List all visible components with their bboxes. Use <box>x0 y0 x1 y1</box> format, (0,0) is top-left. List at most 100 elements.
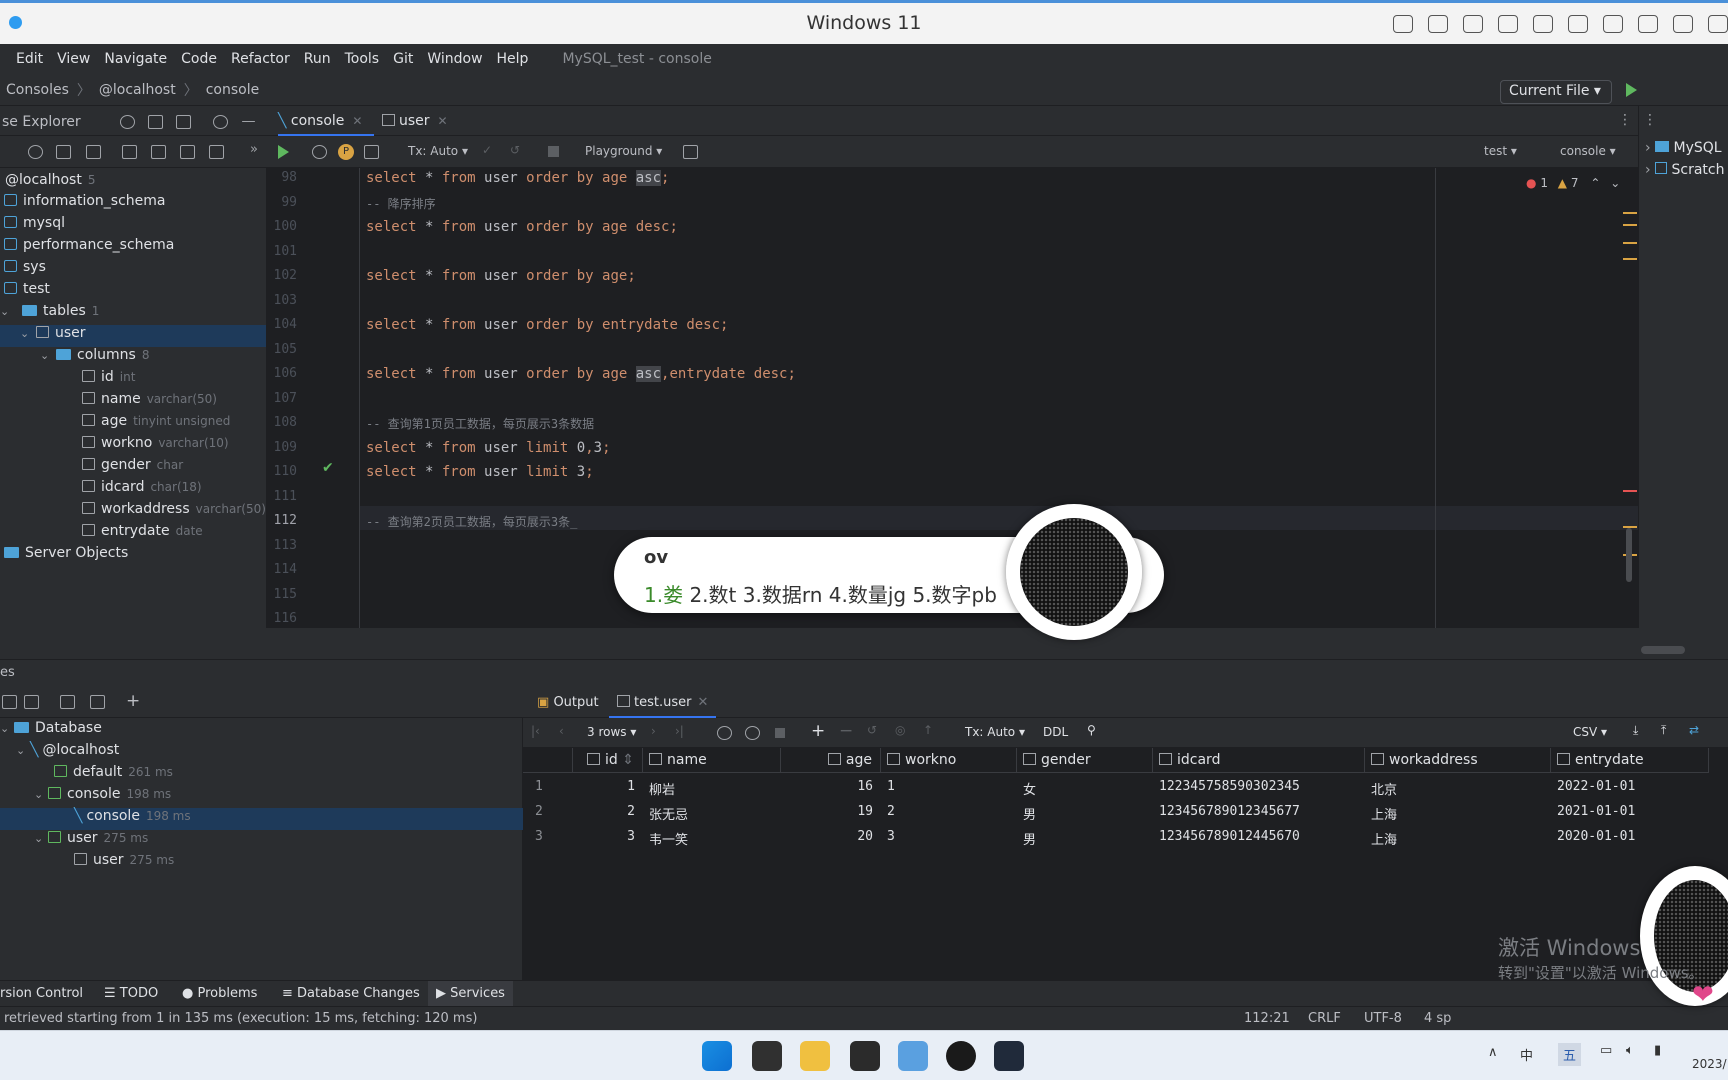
grid-cell[interactable]: 韦一笑 <box>643 824 781 849</box>
svc-node[interactable]: user 275 ms <box>0 852 266 874</box>
run-config-dropdown[interactable]: Current File ▾ <box>1500 80 1612 104</box>
panel-scrollbar[interactable] <box>1641 646 1685 654</box>
column-header-id[interactable]: id ⇕ <box>573 748 643 773</box>
menu-run[interactable]: Run <box>304 51 331 67</box>
grid-cell[interactable]: 张无忌 <box>643 799 781 824</box>
wrench-icon[interactable] <box>364 145 379 159</box>
grid-cell[interactable]: 2021-01-01 <box>1551 799 1709 824</box>
grid-cell[interactable]: 123456789012445670 <box>1153 824 1365 849</box>
column-header-entrydate[interactable]: entrydate <box>1551 748 1709 773</box>
inspections-widget[interactable]: ● 1 ▲ 7 ⌃ ⌄ <box>1526 176 1620 190</box>
ime-candidate[interactable]: 3.数据rn <box>743 583 823 607</box>
ql-icon[interactable] <box>209 145 224 159</box>
svc-node[interactable]: default 261 ms <box>0 764 266 786</box>
collapse-all-icon[interactable] <box>176 115 191 129</box>
collapse-all-icon[interactable] <box>24 695 39 709</box>
line-separator[interactable]: CRLF <box>1308 1011 1341 1026</box>
ime-candidate[interactable]: 5.数字pb <box>912 583 996 607</box>
grid-cell[interactable]: 1 <box>881 774 1017 799</box>
column-header-age[interactable]: age <box>781 748 881 773</box>
expand-all-icon[interactable] <box>2 695 17 709</box>
tab-output[interactable]: ▣ Output <box>537 695 599 710</box>
code-line[interactable]: -- 降序排序 <box>366 195 436 212</box>
tree-column[interactable]: age tinyint unsigned <box>0 413 266 435</box>
edit-icon[interactable] <box>151 145 166 159</box>
chip-icon[interactable] <box>1428 15 1448 33</box>
tree-table-user[interactable]: ⌄ user <box>0 325 266 347</box>
schema-selector[interactable]: test ▾ <box>1484 144 1517 158</box>
camera-icon[interactable] <box>1673 15 1693 33</box>
execute-icon[interactable] <box>278 145 289 159</box>
grid-cell[interactable]: 柳岩 <box>643 774 781 799</box>
grid-cell[interactable]: 2 <box>881 799 1017 824</box>
svc-node-selected[interactable]: ╲ console 198 ms <box>0 808 523 830</box>
row-number[interactable]: 3 <box>523 824 573 849</box>
tree-column[interactable]: entrydate date <box>0 523 266 545</box>
chevron-up-icon[interactable]: ∧ <box>1488 1045 1498 1060</box>
add-row-icon[interactable]: + <box>811 721 825 741</box>
column-header-workaddress[interactable]: workaddress <box>1365 748 1551 773</box>
code-line[interactable]: select * from user order by entrydate de… <box>366 317 728 333</box>
row-number[interactable]: 2 <box>523 799 573 824</box>
more-icon[interactable]: » <box>250 142 258 157</box>
terminal-icon[interactable] <box>850 1041 880 1071</box>
camera-off-icon[interactable] <box>1498 15 1518 33</box>
svc-node[interactable]: ⌄ ╲ @localhost <box>0 742 266 764</box>
svc-database[interactable]: ⌄ Database <box>0 720 266 742</box>
tree-column[interactable]: gender char <box>0 457 266 479</box>
grid-cell[interactable]: 北京 <box>1365 774 1551 799</box>
grid-cell[interactable]: 男 <box>1017 799 1153 824</box>
menu-edit[interactable]: Edit <box>16 51 43 67</box>
task-view-icon[interactable] <box>752 1041 782 1071</box>
media-player-icon[interactable] <box>946 1041 976 1071</box>
p-icon[interactable]: P <box>338 144 354 160</box>
layout-icon[interactable] <box>90 695 105 709</box>
group-icon[interactable] <box>60 695 75 709</box>
database-icon[interactable] <box>86 145 101 159</box>
column-header-idcard[interactable]: idcard <box>1153 748 1365 773</box>
grid-cell[interactable]: 1 <box>573 774 643 799</box>
tree-tables-folder[interactable]: ⌄ tables 1 <box>0 303 266 325</box>
grid-cell[interactable]: 16 <box>781 774 881 799</box>
format-dropdown[interactable]: CSV ▾ <box>1573 725 1607 739</box>
tree-host[interactable]: @localhost 5 <box>0 172 266 194</box>
table-icon[interactable] <box>122 145 137 159</box>
column-header-gender[interactable]: gender <box>1017 748 1153 773</box>
tree-schema[interactable]: test <box>0 281 266 303</box>
tree-columns-folder[interactable]: ⌄ columns 8 <box>0 347 266 369</box>
code-line[interactable]: select * from user order by age; <box>366 268 636 284</box>
tab-user[interactable]: user ✕ <box>382 106 462 136</box>
breadcrumb-consoles[interactable]: Consoles <box>6 82 69 98</box>
tree-column[interactable]: id int <box>0 369 266 391</box>
grid-cell[interactable]: 3 <box>881 824 1017 849</box>
grid-cell[interactable]: 2022-01-01 <box>1551 774 1709 799</box>
grid-cell[interactable]: 2 <box>573 799 643 824</box>
battery-icon[interactable]: ▮ <box>1654 1043 1661 1058</box>
breadcrumb-console[interactable]: console <box>206 82 260 98</box>
tree-schema[interactable]: information_schema <box>0 193 266 215</box>
grid-cell[interactable]: 上海 <box>1365 824 1551 849</box>
file-explorer-icon[interactable] <box>800 1041 830 1071</box>
column-header-name[interactable]: name <box>643 748 781 773</box>
code-line[interactable]: select * from user order by age desc; <box>366 219 678 235</box>
run-icon[interactable] <box>1626 83 1637 97</box>
column-header-workno[interactable]: workno <box>881 748 1017 773</box>
tab-problems[interactable]: ● Problems <box>182 986 257 1001</box>
ime-candidate[interactable]: 1.娄 <box>644 583 683 607</box>
tab-todo[interactable]: ☰ TODO <box>104 986 158 1001</box>
export-icon[interactable]: ⤓ <box>1633 723 1638 738</box>
code-line[interactable]: -- 查询第2页员工数据，每页展示3条_ <box>366 513 577 530</box>
speaker-icon[interactable] <box>1568 15 1588 33</box>
jump-icon[interactable] <box>180 145 195 159</box>
tab-version-control[interactable]: rsion Control <box>0 986 83 1001</box>
datagrip-icon[interactable] <box>994 1041 1024 1071</box>
clock-date[interactable]: 2023/ <box>1692 1057 1727 1071</box>
menu-window[interactable]: Window <box>427 51 482 67</box>
globe-icon[interactable] <box>1533 15 1553 33</box>
panel-item-scratch[interactable]: › Scratch <box>1645 162 1725 178</box>
grid-cell[interactable]: 19 <box>781 799 881 824</box>
add-service-icon[interactable]: + <box>126 691 140 711</box>
query-icon[interactable] <box>745 726 760 740</box>
menu-navigate[interactable]: Navigate <box>104 51 167 67</box>
tree-schema[interactable]: mysql <box>0 215 266 237</box>
